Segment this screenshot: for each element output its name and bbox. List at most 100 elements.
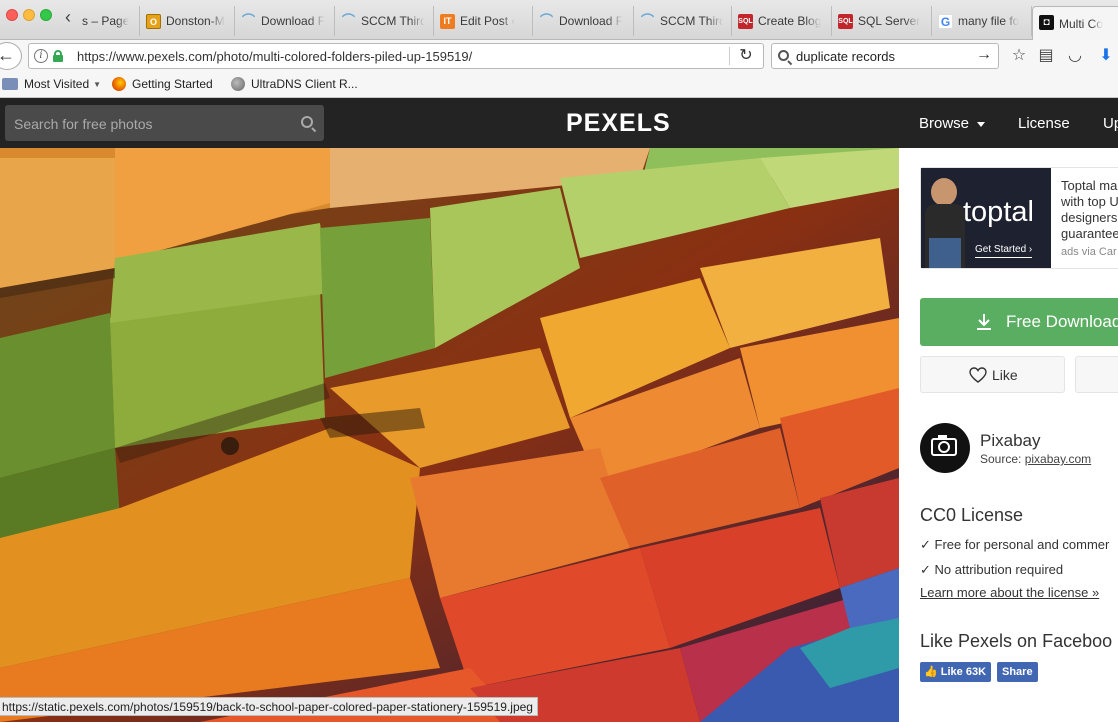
facebook-like-button[interactable]: 👍 Like 63K [920,662,992,682]
ad-text-line: with top U [1061,194,1118,209]
license-link[interactable]: License [1018,115,1070,132]
tab-label: SQL Server [858,14,921,28]
author-avatar[interactable] [920,423,970,473]
tab-list: s – Page O Donston-M ⌒ Download F ⌒ SCCM… [76,6,1118,40]
download-arrow-icon[interactable]: ⬇ [1096,46,1116,66]
tab-multi-colored-active[interactable]: ◘ Multi Co [1032,6,1118,40]
toptal-ad[interactable]: toptal Get Started › Toptal ma with top … [920,167,1118,269]
folder-icon [2,78,18,90]
learn-more-license-link[interactable]: Learn more about the license » [920,585,1099,600]
tab-label: Edit Post ‹ [460,14,516,28]
lock-icon [53,50,63,62]
collect-button[interactable] [1075,356,1118,393]
search-placeholder: Search for free photos [14,116,153,132]
pexels-header: Search for free photos PEXELS Browse Lic… [0,98,1118,148]
tab-label: Download F [261,14,326,28]
it-icon: IT [440,14,455,29]
tab-many-file[interactable]: G many file fo [932,6,1032,36]
status-bar-url: https://static.pexels.com/photos/159519/… [0,697,538,716]
facebook-share-button[interactable]: Share [997,662,1038,682]
tab-label: Download F [559,14,624,28]
star-icon[interactable]: ☆ [1009,46,1029,66]
minimize-window-button[interactable] [23,9,35,21]
globe-icon [231,77,245,91]
reading-list-icon[interactable]: ▤ [1036,46,1056,66]
tab-create-blog[interactable]: SQL Create Blog [732,6,832,36]
url-text[interactable]: https://www.pexels.com/photo/multi-color… [77,49,472,64]
thumbs-up-icon: 👍 [924,666,941,678]
search-icon [778,50,789,61]
source-prefix: Source: [980,452,1025,466]
browser-nav-bar: ← i https://www.pexels.com/photo/multi-c… [0,40,1118,72]
ads-via-text[interactable]: ads via Car [1061,246,1117,258]
ad-text-line: designers [1061,210,1118,225]
sql-icon: SQL [838,14,853,29]
photo-search-input[interactable]: Search for free photos [5,105,324,141]
chevron-left-icon[interactable]: ‹ [60,8,76,28]
search-icon[interactable] [301,116,313,128]
back-button[interactable]: ← [0,42,22,70]
arrow-right-icon[interactable]: → [976,46,992,64]
tab-sccm-1[interactable]: ⌒ SCCM Third [335,6,434,36]
tab-page[interactable]: s – Page [76,6,140,36]
like-label: Like [992,367,1018,383]
photo-sidebar: toptal Get Started › Toptal ma with top … [899,148,1118,722]
bookmark-label: UltraDNS Client R... [251,77,358,91]
sql-icon: SQL [738,14,753,29]
orange-square-icon: O [146,14,161,29]
like-button[interactable]: Like [920,356,1065,393]
tab-donston[interactable]: O Donston-M [140,6,235,36]
search-input[interactable]: duplicate records [796,49,895,64]
zoom-window-button[interactable] [40,9,52,21]
colored-folders-photo [0,148,899,722]
url-bar[interactable]: i https://www.pexels.com/photo/multi-col… [28,43,764,69]
browse-menu[interactable]: Browse [919,115,986,132]
ad-text-line: guarantee [1061,226,1118,241]
tab-sql-server[interactable]: SQL SQL Server [832,6,932,36]
divider [729,47,730,65]
tab-label: many file fo [958,14,1020,28]
bookmark-label: Most Visited [24,77,90,91]
source-link[interactable]: pixabay.com [1025,452,1091,466]
pexels-icon: ◘ [1039,15,1054,30]
bookmarks-bar: Most Visited ▼ Getting Started UltraDNS … [0,72,1118,98]
arc-icon: ⌒ [241,13,255,28]
search-bar[interactable]: duplicate records → [771,43,999,69]
close-window-button[interactable] [6,9,18,21]
tab-download-2[interactable]: ⌒ Download F [533,6,634,36]
chevron-down-icon [977,121,986,127]
arc-icon: ⌒ [640,13,654,28]
download-label: Free Download [1006,312,1118,331]
bookmark-getting-started[interactable]: Getting Started [112,77,213,91]
info-icon[interactable]: i [34,49,48,63]
tab-label: Donston-M [166,14,225,28]
bookmark-ultradns[interactable]: UltraDNS Client R... [231,77,358,91]
tab-download-1[interactable]: ⌒ Download F [235,6,335,36]
browse-label: Browse [919,115,970,132]
tab-sccm-2[interactable]: ⌒ SCCM Third [634,6,732,36]
firefox-icon [112,77,126,91]
bookmark-most-visited[interactable]: Most Visited ▼ [2,77,101,91]
tab-edit-post[interactable]: IT Edit Post ‹ [434,6,533,36]
tab-label: Multi Co [1059,16,1104,31]
tab-label: Create Blog [758,14,822,28]
main-photo[interactable] [0,148,899,722]
license-title: CC0 License [920,505,1024,525]
bookmark-label: Getting Started [132,77,213,91]
tab-label: SCCM Third [361,14,425,28]
free-download-button[interactable]: Free Download [920,298,1118,346]
camera-icon [931,435,957,456]
download-icon [977,314,991,330]
author-source: Source: pixabay.com [980,452,1091,466]
author-name[interactable]: Pixabay [980,431,1040,451]
chevron-down-icon: ▼ [93,79,102,89]
heart-icon [969,367,987,383]
ad-get-started[interactable]: Get Started › [975,244,1033,258]
pexels-logo[interactable]: PEXELS [566,109,671,138]
upload-link[interactable]: Up [1103,115,1118,132]
google-icon: G [938,14,953,29]
facebook-title: Like Pexels on Faceboo [920,631,1113,651]
reload-icon[interactable]: ↻ [735,46,757,66]
pocket-icon[interactable]: ◡ [1065,46,1085,66]
arc-icon: ⌒ [341,13,355,28]
